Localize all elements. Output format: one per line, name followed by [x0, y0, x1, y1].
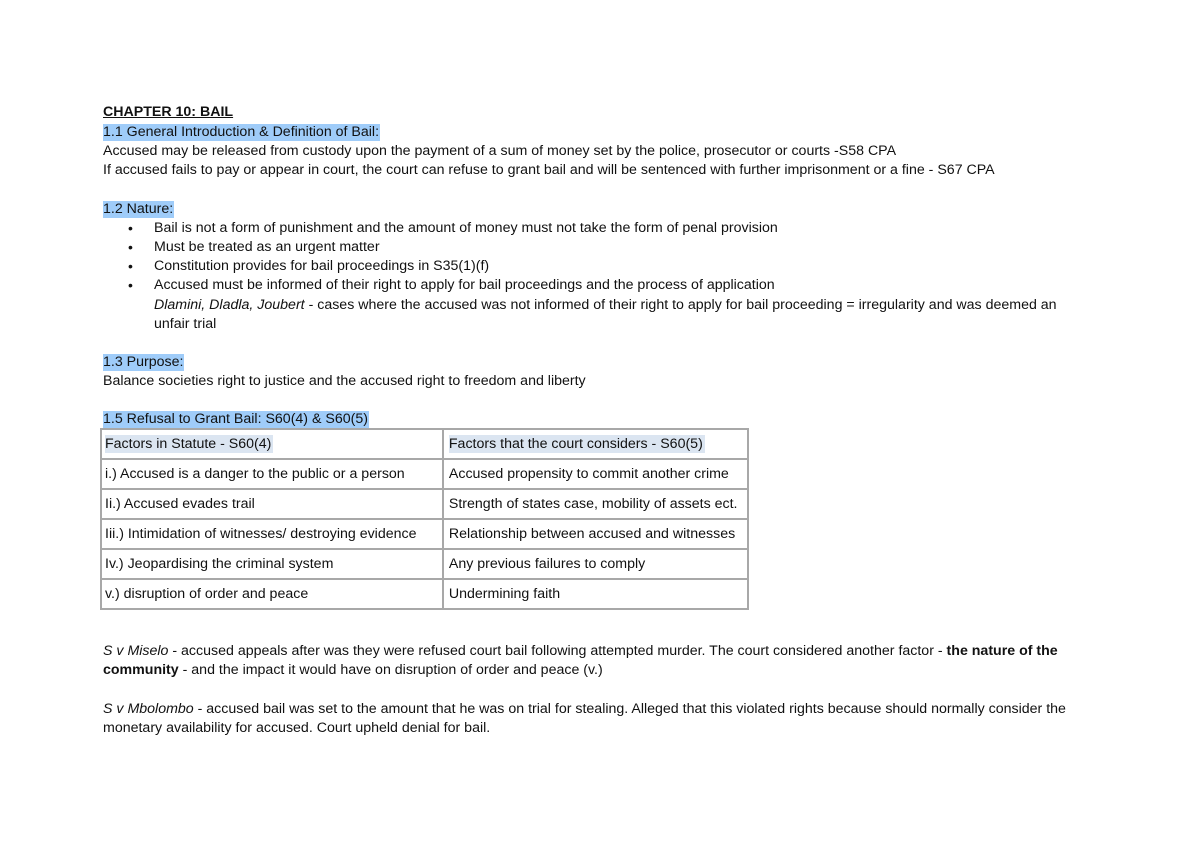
header-text: Factors in Statute - S60(4) — [105, 434, 274, 453]
section-heading-nature-text: 1.2 Nature: — [103, 201, 175, 218]
table-cell: Accused propensity to commit another cri… — [441, 458, 750, 490]
table-cell: Iii.) Intimidation of witnesses/ destroy… — [100, 518, 444, 550]
table-row: Iv.) Jeopardising the criminal system An… — [100, 548, 750, 580]
bullet-icon: • — [128, 239, 133, 255]
section-heading-nature: 1.2 Nature: — [103, 200, 175, 219]
intro-line-1: Accused may be released from custody upo… — [103, 143, 897, 159]
chapter-title: CHAPTER 10: BAIL — [103, 104, 234, 120]
section-heading-refusal-text: 1.5 Refusal to Grant Bail: S60(4) & S60(… — [103, 411, 369, 428]
case-names: Dlamini, Dladla, Joubert — [154, 297, 305, 313]
table-cell: Iv.) Jeopardising the criminal system — [100, 548, 444, 580]
table-cell: Any previous failures to comply — [441, 548, 750, 580]
case-miselo-bold: the nature of the — [946, 643, 1058, 659]
case-mbolombo-line-2: monetary availability for accused. Court… — [103, 720, 491, 736]
case-mbolombo-text: - accused bail was set to the amount tha… — [193, 701, 1066, 717]
case-mbolombo-line-1: S v Mbolombo - accused bail was set to t… — [103, 700, 1066, 719]
case-note-line-1: Dlamini, Dladla, Joubert - cases where t… — [154, 296, 1057, 315]
bullet-text: Constitution provides for bail proceedin… — [154, 258, 490, 274]
bullet-text: Must be treated as an urgent matter — [154, 239, 380, 255]
table-cell: i.) Accused is a danger to the public or… — [100, 458, 444, 490]
bullet-icon: • — [128, 220, 133, 236]
list-item: • Must be treated as an urgent matter — [103, 238, 1103, 257]
bullet-text: Bail is not a form of punishment and the… — [154, 220, 778, 236]
table-row: i.) Accused is a danger to the public or… — [100, 458, 750, 490]
section-heading-intro: 1.1 General Introduction & Definition of… — [103, 123, 381, 142]
table-header-row: Factors in Statute - S60(4) Factors that… — [100, 428, 750, 460]
case-note-line-2: unfair trial — [154, 316, 217, 332]
list-item: • Accused must be informed of their righ… — [103, 276, 1103, 295]
table-row: Ii.) Accused evades trail Strength of st… — [100, 488, 750, 520]
list-item: • Bail is not a form of punishment and t… — [103, 219, 1103, 238]
bullet-icon: • — [128, 277, 133, 293]
case-note-text: - cases where the accused was not inform… — [304, 297, 1057, 313]
section-heading-purpose-text: 1.3 Purpose: — [103, 354, 185, 371]
table-header-cell: Factors that the court considers - S60(5… — [441, 428, 750, 460]
bullet-icon: • — [128, 258, 133, 274]
case-miselo-text: - accused appeals after was they were re… — [168, 643, 947, 659]
case-miselo-line-1: S v Miselo - accused appeals after was t… — [103, 642, 1058, 661]
table-cell: Strength of states case, mobility of ass… — [441, 488, 750, 520]
purpose-text: Balance societies right to justice and t… — [103, 373, 586, 389]
table-cell: v.) disruption of order and peace — [100, 578, 444, 610]
header-text: Factors that the court considers - S60(5… — [448, 434, 705, 453]
table-row: v.) disruption of order and peace Underm… — [100, 578, 750, 610]
table-cell: Relationship between accused and witness… — [441, 518, 750, 550]
intro-line-2: If accused fails to pay or appear in cou… — [103, 162, 995, 178]
case-miselo-line-2: community - and the impact it would have… — [103, 661, 603, 680]
section-heading-purpose: 1.3 Purpose: — [103, 353, 185, 372]
case-miselo-name: S v Miselo — [103, 643, 169, 659]
section-heading-refusal: 1.5 Refusal to Grant Bail: S60(4) & S60(… — [103, 410, 369, 429]
bullet-text: Accused must be informed of their right … — [154, 277, 775, 293]
table-header-cell: Factors in Statute - S60(4) — [100, 428, 444, 460]
table-cell: Ii.) Accused evades trail — [100, 488, 444, 520]
section-heading-intro-text: 1.1 General Introduction & Definition of… — [103, 124, 381, 141]
list-item: • Constitution provides for bail proceed… — [103, 257, 1103, 276]
case-miselo-text-2: - and the impact it would have on disrup… — [178, 662, 603, 678]
factors-table: Factors in Statute - S60(4) Factors that… — [100, 428, 750, 610]
case-miselo-bold-2: community — [103, 662, 179, 678]
case-mbolombo-name: S v Mbolombo — [103, 701, 194, 717]
table-cell: Undermining faith — [441, 578, 750, 610]
table-row: Iii.) Intimidation of witnesses/ destroy… — [100, 518, 750, 550]
